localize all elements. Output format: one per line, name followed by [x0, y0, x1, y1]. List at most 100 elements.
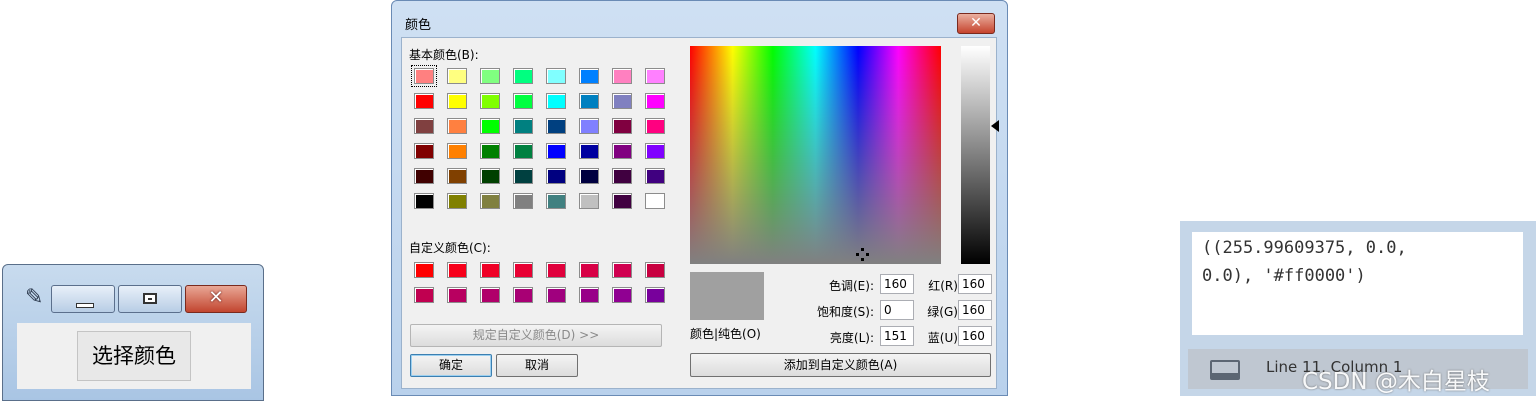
minimize-icon — [76, 303, 94, 308]
basic-color-swatch[interactable] — [645, 143, 665, 159]
add-to-custom-colors-button[interactable]: 添加到自定义颜色(A) — [690, 353, 991, 377]
basic-color-swatch[interactable] — [414, 93, 434, 109]
basic-color-swatch[interactable] — [612, 118, 632, 134]
basic-color-swatch[interactable] — [480, 93, 500, 109]
hue-field[interactable]: 160 — [880, 274, 914, 294]
ok-button[interactable]: 确定 — [410, 354, 492, 377]
custom-color-swatch[interactable] — [414, 287, 434, 303]
basic-color-swatch[interactable] — [480, 168, 500, 184]
basic-color-swatch[interactable] — [513, 68, 533, 84]
custom-color-swatch[interactable] — [447, 262, 467, 278]
blue-field[interactable]: 160 — [958, 326, 992, 346]
basic-colors-label: 基本颜色(B): — [409, 48, 479, 62]
close-icon: ✕ — [208, 287, 224, 308]
saturation-field[interactable]: 0 — [880, 300, 914, 320]
luminance-field[interactable]: 151 — [880, 326, 914, 346]
hue-label: 色调(E): — [829, 279, 874, 293]
basic-color-swatch[interactable] — [447, 168, 467, 184]
basic-color-swatch[interactable] — [645, 118, 665, 134]
basic-color-swatch[interactable] — [612, 93, 632, 109]
green-field[interactable]: 160 — [958, 300, 992, 320]
basic-color-swatch[interactable] — [579, 168, 599, 184]
custom-color-swatch[interactable] — [645, 287, 665, 303]
custom-color-swatch[interactable] — [414, 262, 434, 278]
basic-color-swatch[interactable] — [513, 168, 533, 184]
color-spectrum[interactable] — [690, 46, 941, 264]
basic-color-swatch[interactable] — [447, 118, 467, 134]
basic-color-swatch[interactable] — [480, 118, 500, 134]
dialog-body: 基本颜色(B): 自定义颜色(C): 规定自定义颜色(D) >> 确定 取消 颜… — [401, 37, 999, 389]
basic-color-swatch[interactable] — [612, 68, 632, 84]
basic-color-swatch[interactable] — [513, 93, 533, 109]
custom-colors-grid — [407, 262, 671, 312]
basic-color-swatch[interactable] — [447, 68, 467, 84]
color-dialog: 颜色 ✕ 基本颜色(B): 自定义颜色(C): 规定自定义颜色(D) >> 确定… — [391, 0, 1008, 396]
custom-color-swatch[interactable] — [546, 262, 566, 278]
custom-colors-label: 自定义颜色(C): — [409, 241, 491, 255]
red-label: 红(R): — [928, 279, 962, 293]
basic-color-swatch[interactable] — [480, 68, 500, 84]
close-button[interactable]: ✕ — [185, 285, 247, 313]
basic-color-swatch[interactable] — [579, 68, 599, 84]
basic-color-swatch[interactable] — [414, 193, 434, 209]
maximize-button[interactable] — [118, 285, 182, 313]
basic-color-swatch[interactable] — [447, 193, 467, 209]
basic-color-swatch[interactable] — [579, 143, 599, 159]
basic-color-swatch[interactable] — [414, 118, 434, 134]
dialog-title: 颜色 — [405, 18, 432, 33]
color-solid-label: 颜色|纯色(O) — [690, 327, 761, 341]
dialog-close-button[interactable]: ✕ — [957, 13, 995, 34]
basic-color-swatch[interactable] — [513, 143, 533, 159]
luminance-arrow-icon[interactable] — [991, 120, 999, 132]
basic-color-swatch[interactable] — [645, 168, 665, 184]
define-custom-colors-button[interactable]: 规定自定义颜色(D) >> — [410, 324, 662, 347]
basic-color-swatch[interactable] — [546, 193, 566, 209]
luminance-slider[interactable] — [961, 46, 990, 264]
basic-color-swatch[interactable] — [579, 193, 599, 209]
basic-color-swatch[interactable] — [513, 193, 533, 209]
maximize-icon — [143, 293, 157, 304]
watermark: CSDN @木白星枝 — [1302, 369, 1490, 395]
crosshair-icon[interactable] — [856, 248, 869, 261]
blue-label: 蓝(U): — [927, 331, 962, 345]
basic-color-swatch[interactable] — [546, 93, 566, 109]
basic-color-swatch[interactable] — [612, 168, 632, 184]
basic-color-swatch[interactable] — [513, 118, 533, 134]
custom-color-swatch[interactable] — [612, 262, 632, 278]
basic-color-swatch[interactable] — [645, 68, 665, 84]
custom-color-swatch[interactable] — [480, 262, 500, 278]
custom-color-swatch[interactable] — [579, 287, 599, 303]
basic-color-swatch[interactable] — [645, 93, 665, 109]
custom-color-swatch[interactable] — [645, 262, 665, 278]
basic-color-swatch[interactable] — [546, 143, 566, 159]
feather-icon: ✎ — [25, 285, 44, 310]
basic-color-swatch[interactable] — [612, 143, 632, 159]
custom-color-swatch[interactable] — [546, 287, 566, 303]
basic-color-swatch[interactable] — [411, 65, 437, 87]
basic-color-swatch[interactable] — [579, 118, 599, 134]
basic-color-swatch[interactable] — [579, 93, 599, 109]
basic-color-swatch[interactable] — [414, 143, 434, 159]
basic-color-swatch[interactable] — [414, 168, 434, 184]
custom-color-swatch[interactable] — [579, 262, 599, 278]
custom-color-swatch[interactable] — [513, 262, 533, 278]
custom-color-swatch[interactable] — [513, 287, 533, 303]
cancel-button[interactable]: 取消 — [496, 354, 578, 377]
basic-color-swatch[interactable] — [612, 193, 632, 209]
basic-color-swatch[interactable] — [546, 68, 566, 84]
basic-color-swatch[interactable] — [447, 143, 467, 159]
basic-color-swatch[interactable] — [546, 118, 566, 134]
minimize-button[interactable] — [51, 285, 115, 313]
green-label: 绿(G): — [927, 305, 962, 319]
basic-color-swatch[interactable] — [480, 143, 500, 159]
custom-color-swatch[interactable] — [480, 287, 500, 303]
choose-color-button[interactable]: 选择颜色 — [77, 331, 191, 381]
basic-color-swatch[interactable] — [447, 93, 467, 109]
basic-color-swatch[interactable] — [546, 168, 566, 184]
basic-color-swatch[interactable] — [645, 193, 665, 209]
basic-color-swatch[interactable] — [480, 193, 500, 209]
custom-color-swatch[interactable] — [447, 287, 467, 303]
red-field[interactable]: 160 — [958, 274, 992, 294]
custom-color-swatch[interactable] — [612, 287, 632, 303]
terminal-icon[interactable] — [1210, 360, 1240, 380]
